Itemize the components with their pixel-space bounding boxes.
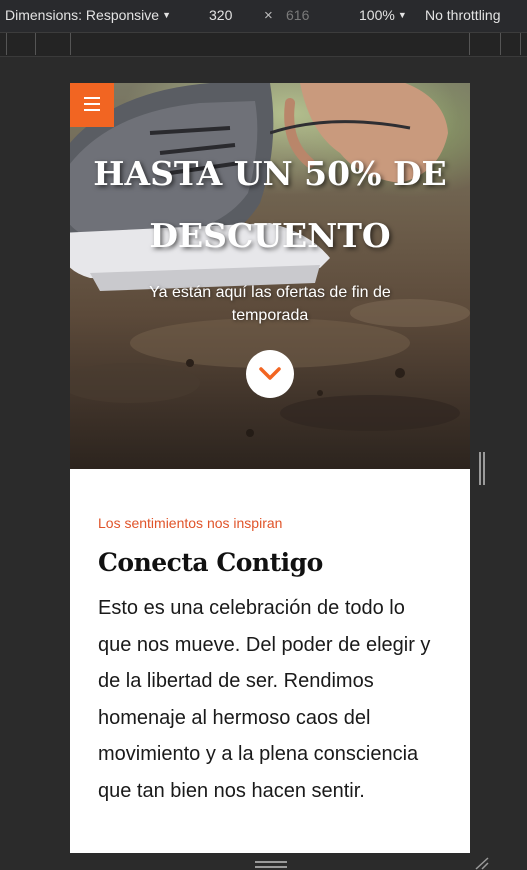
height-input[interactable]: 616 <box>286 7 309 23</box>
grip-line <box>483 452 485 485</box>
ruler-tick <box>520 33 521 55</box>
viewport-resize-corner-icon[interactable] <box>474 857 490 870</box>
section-heading: Conecta Contigo <box>98 548 323 577</box>
media-query-ruler[interactable] <box>0 33 527 57</box>
content-section: Los sentimientos nos inspiran Conecta Co… <box>70 469 470 809</box>
hamburger-menu-icon <box>84 103 100 105</box>
throttling-dropdown[interactable]: No throttling <box>425 7 500 23</box>
zoom-label: 100% <box>359 7 395 23</box>
caret-down-icon: ▼ <box>397 10 407 20</box>
section-body: Esto es una celebración de todo lo que n… <box>98 597 431 802</box>
grip-line <box>479 452 481 485</box>
zoom-dropdown[interactable]: 100% ▼ <box>359 7 407 23</box>
ruler-tick <box>500 33 501 55</box>
viewport-resize-handle-bottom[interactable] <box>255 859 287 870</box>
hero-banner: HASTA UN 50% DE DESCUENTO Ya están aquí … <box>70 83 470 469</box>
caret-down-icon: ▼ <box>162 10 171 20</box>
grip-line <box>255 861 287 863</box>
hamburger-menu-icon <box>84 97 100 99</box>
grip-line <box>255 866 287 868</box>
throttling-label: No throttling <box>425 7 501 23</box>
hamburger-menu-button[interactable] <box>70 83 114 127</box>
viewport-resize-handle-right[interactable] <box>479 452 487 485</box>
device-viewport: HASTA UN 50% DE DESCUENTO Ya están aquí … <box>70 83 470 853</box>
chevron-down-icon <box>259 367 281 380</box>
dimensions-dropdown[interactable]: Dimensions: Responsive ▼ <box>5 7 171 23</box>
ruler-tick <box>70 33 71 55</box>
hero-subtitle: Ya están aquí las ofertas de fin de temp… <box>149 284 391 324</box>
scroll-down-button[interactable] <box>246 350 294 398</box>
hamburger-menu-icon <box>84 109 100 111</box>
devtools-device-toolbar: Dimensions: Responsive ▼ 320 × 616 100% … <box>0 0 527 33</box>
times-icon: × <box>264 7 273 24</box>
ruler-tick <box>469 33 470 55</box>
hero-title: HASTA UN 50% DE DESCUENTO <box>93 154 447 255</box>
width-input[interactable]: 320 <box>209 7 232 23</box>
ruler-tick <box>6 33 7 55</box>
section-eyebrow: Los sentimientos nos inspiran <box>98 515 283 531</box>
dimensions-label: Dimensions: Responsive <box>5 7 160 23</box>
ruler-tick <box>35 33 36 55</box>
